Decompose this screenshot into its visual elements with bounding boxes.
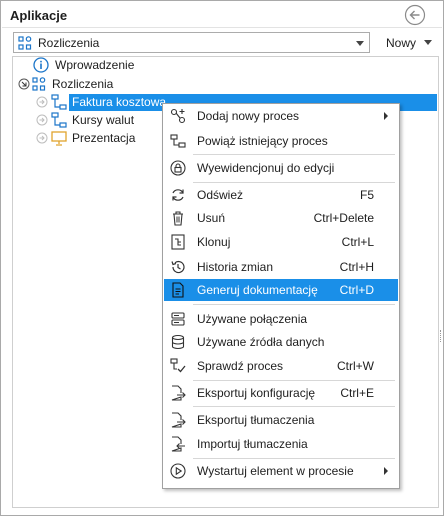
menu-item-shortcut: Ctrl+D <box>339 283 374 297</box>
import-translations-icon <box>171 436 185 452</box>
tree-item-prezentacja[interactable]: Prezentacja <box>36 129 137 147</box>
menu-item-history[interactable]: Historia zmian Ctrl+H <box>164 256 398 278</box>
chevron-down-icon[interactable] <box>356 41 364 46</box>
new-dropdown-button[interactable]: Nowy <box>386 36 416 50</box>
connections-icon <box>171 312 185 326</box>
menu-item-used-data-sources[interactable]: Używane źródła danych <box>164 331 398 353</box>
menu-separator <box>193 406 395 407</box>
menu-item-delete[interactable]: Usuń Ctrl+Delete <box>164 207 398 229</box>
menu-item-shortcut: Ctrl+W <box>337 359 374 373</box>
tree-item-label: Prezentacja <box>72 131 136 145</box>
back-arrow-icon[interactable] <box>404 4 426 26</box>
clone-icon <box>171 234 185 250</box>
menu-item-label: Sprawdź proces <box>197 359 284 373</box>
submenu-arrow-icon <box>384 112 388 120</box>
database-icon <box>171 334 185 350</box>
context-menu: Dodaj nowy proces Powiąż istniejący proc… <box>162 103 400 489</box>
menu-separator <box>193 154 395 155</box>
resize-grip[interactable] <box>440 330 443 342</box>
menu-item-label: Importuj tłumaczenia <box>197 437 308 451</box>
menu-item-label: Generuj dokumentację <box>197 283 318 297</box>
check-process-icon <box>170 358 186 373</box>
expand-icon[interactable] <box>36 132 48 144</box>
menu-item-checkout[interactable]: Wyewidencjonuj do edycji <box>164 157 398 179</box>
workflow-icon <box>51 112 67 128</box>
tree-item-label: Rozliczenia <box>52 77 114 91</box>
menu-item-label: Klonuj <box>197 235 231 249</box>
menu-separator <box>193 304 395 305</box>
presentation-icon <box>51 131 67 146</box>
menu-item-link-process[interactable]: Powiąż istniejący proces <box>164 130 398 152</box>
menu-item-label: Odśwież <box>197 188 244 202</box>
menu-item-label: Używane źródła danych <box>197 335 325 349</box>
menu-item-generate-documentation[interactable]: Generuj dokumentację Ctrl+D <box>164 279 398 301</box>
menu-item-clone[interactable]: Klonuj Ctrl+L <box>164 231 398 253</box>
process-group-icon <box>32 77 46 91</box>
menu-item-label: Powiąż istniejący proces <box>197 134 328 148</box>
menu-item-used-connections[interactable]: Używane połączenia <box>164 308 398 330</box>
tree-item-kursy-walut[interactable]: Kursy walut <box>36 111 136 129</box>
submenu-arrow-icon <box>384 467 388 475</box>
panel-title: Aplikacje <box>10 8 68 23</box>
header-divider <box>2 27 442 28</box>
collapse-icon[interactable] <box>18 78 30 90</box>
menu-item-label: Eksportuj tłumaczenia <box>197 413 315 427</box>
add-process-icon <box>170 108 186 124</box>
chevron-down-icon[interactable] <box>424 40 432 45</box>
menu-item-shortcut: Ctrl+L <box>341 235 374 249</box>
info-icon <box>33 57 49 73</box>
menu-item-label: Wystartuj element w procesie <box>197 464 354 478</box>
expand-icon[interactable] <box>36 96 48 108</box>
document-icon <box>172 282 184 298</box>
menu-item-export-translations[interactable]: Eksportuj tłumaczenia <box>164 409 398 431</box>
process-group-icon <box>18 36 32 50</box>
menu-item-shortcut: Ctrl+Delete <box>313 211 374 225</box>
menu-item-label: Eksportuj konfigurację <box>197 386 316 400</box>
menu-item-export-config[interactable]: Eksportuj konfigurację Ctrl+E <box>164 382 398 404</box>
play-icon <box>170 463 186 479</box>
tree-item-label: Wprowadzenie <box>55 58 135 72</box>
expand-icon[interactable] <box>36 114 48 126</box>
menu-item-label: Wyewidencjonuj do edycji <box>197 161 335 175</box>
tree-item-rozliczenia[interactable]: Rozliczenia <box>18 75 115 93</box>
menu-item-add-process[interactable]: Dodaj nowy proces <box>164 105 398 127</box>
menu-item-label: Usuń <box>197 211 226 225</box>
application-select[interactable]: Rozliczenia <box>13 32 370 53</box>
menu-item-refresh[interactable]: Odśwież F5 <box>164 184 398 206</box>
menu-item-label: Dodaj nowy proces <box>197 109 300 123</box>
tree-item-wprowadzenie[interactable]: Wprowadzenie <box>33 56 136 74</box>
tree-item-faktura-kosztowa[interactable]: Faktura kosztowa <box>36 93 168 111</box>
link-process-icon <box>170 134 186 148</box>
workflow-icon <box>51 94 67 110</box>
export-translations-icon <box>171 412 186 428</box>
export-config-icon <box>171 385 186 401</box>
menu-item-start-element[interactable]: Wystartuj element w procesie <box>164 460 398 482</box>
menu-item-import-translations[interactable]: Importuj tłumaczenia <box>164 433 398 455</box>
menu-item-shortcut: Ctrl+E <box>340 386 374 400</box>
history-icon <box>171 260 185 274</box>
menu-item-label: Używane połączenia <box>197 312 308 326</box>
refresh-icon <box>172 189 184 201</box>
menu-separator <box>193 458 395 459</box>
tree-item-label: Kursy walut <box>72 113 135 127</box>
menu-item-shortcut: Ctrl+H <box>339 260 374 274</box>
menu-separator <box>193 380 395 381</box>
checkout-lock-icon <box>170 160 186 176</box>
menu-separator <box>193 182 395 183</box>
menu-item-shortcut: F5 <box>359 188 374 202</box>
tree-item-label: Faktura kosztowa <box>72 95 167 109</box>
application-select-value: Rozliczenia <box>38 36 100 50</box>
trash-icon <box>173 211 183 226</box>
menu-item-label: Historia zmian <box>197 260 274 274</box>
menu-item-check-process[interactable]: Sprawdź proces Ctrl+W <box>164 355 398 377</box>
